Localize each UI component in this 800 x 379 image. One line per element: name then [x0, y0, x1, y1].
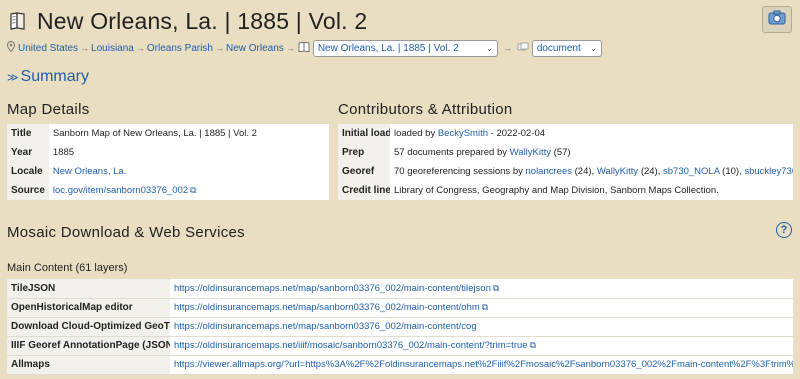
user-link[interactable]: nolancrees	[526, 166, 572, 177]
volume-select-value: New Orleans, La. | 1885 | Vol. 2	[317, 42, 459, 54]
row-key: Allmaps	[7, 355, 170, 374]
breadcrumb-separator: →	[285, 43, 295, 53]
table-row: OpenHistoricalMap editor https://oldinsu…	[7, 298, 793, 317]
page-header: New Orleans, La. | 1885 | Vol. 2	[7, 6, 794, 36]
table-row: Georef 70 georeferencing sessions by nol…	[338, 162, 793, 181]
row-value: Sanborn Map of New Orleans, La. | 1885 |…	[52, 128, 257, 139]
row-key: Source	[7, 181, 49, 200]
document-select[interactable]: document ⌄	[531, 39, 602, 57]
table-row: Prep 57 documents prepared by WallyKitty…	[338, 143, 793, 162]
georef-count: (24),	[640, 166, 661, 177]
breadcrumb-link-parish[interactable]: Orleans Parish	[147, 43, 213, 54]
breadcrumb-link-city[interactable]: New Orleans	[226, 43, 284, 54]
double-chevron-down-icon: ≫	[7, 71, 19, 84]
book-icon	[7, 10, 29, 37]
table-row: IIIF Georef AnnotationPage (JSON) https:…	[7, 336, 793, 355]
row-key: Prep	[338, 143, 390, 162]
external-link-icon: ⧉	[492, 282, 500, 293]
row-key: Credit line:	[338, 181, 390, 200]
breadcrumb-separator: →	[215, 43, 224, 53]
prep-count: (57)	[553, 147, 571, 158]
map-details-table: Title Sanborn Map of New Orleans, La. | …	[7, 124, 329, 200]
initial-load-prefix: loaded by	[394, 128, 436, 139]
external-link-icon: ⧉	[190, 185, 197, 195]
user-link[interactable]: sb730_NOLA	[663, 166, 720, 177]
source-link[interactable]: loc.gov/item/sanborn03376_002	[53, 185, 188, 196]
user-link[interactable]: WallyKitty	[510, 147, 551, 158]
table-row: Source loc.gov/item/sanborn03376_002 ⧉	[7, 181, 329, 200]
user-link[interactable]: BeckySmith	[438, 128, 488, 139]
allmaps-link[interactable]: https://viewer.allmaps.org/?url=https%3A…	[174, 359, 793, 370]
row-key: Download Cloud-Optimized GeoTIFF	[7, 317, 170, 336]
row-key: IIIF Georef AnnotationPage (JSON)	[7, 336, 170, 355]
prep-prefix: 57 documents prepared by	[394, 147, 508, 158]
tilejson-link[interactable]: https://oldinsurancemaps.net/map/sanborn…	[174, 283, 491, 294]
summary-toggle[interactable]: ≫ Summary	[7, 68, 89, 86]
locale-link[interactable]: New Orleans, La.	[53, 166, 126, 177]
table-row: Credit line: Library of Congress, Geogra…	[338, 181, 793, 200]
cog-link[interactable]: https://oldinsurancemaps.net/map/sanborn…	[174, 321, 477, 332]
row-key: Initial load	[338, 124, 390, 143]
row-key: OpenHistoricalMap editor	[7, 298, 170, 317]
summary-label: Summary	[20, 68, 89, 85]
web-services-table: TileJSON https://oldinsurancemaps.net/ma…	[7, 279, 793, 375]
iiif-link[interactable]: https://oldinsurancemaps.net/iiif/mosaic…	[174, 340, 528, 351]
breadcrumb: United States → Louisiana → Orleans Pari…	[6, 38, 602, 58]
main-content-heading: Main Content (61 layers)	[7, 262, 128, 274]
georef-count: (10),	[722, 166, 742, 177]
table-row: Initial load loaded by BeckySmith - 2022…	[338, 124, 793, 143]
help-icon[interactable]: ?	[776, 222, 792, 238]
row-key: Year	[7, 143, 49, 162]
breadcrumb-separator: →	[135, 43, 145, 53]
page-title: New Orleans, La. | 1885 | Vol. 2	[37, 8, 368, 34]
initial-load-date: - 2022-02-04	[490, 128, 546, 139]
contributors-heading: Contributors & Attribution	[338, 101, 513, 118]
credit-line-value: Library of Congress, Geography and Map D…	[394, 185, 719, 196]
breadcrumb-link-country[interactable]: United States	[18, 43, 78, 54]
georef-prefix: 70 georeferencing sessions by	[394, 166, 523, 177]
document-icon	[517, 42, 529, 55]
camera-icon	[768, 10, 786, 30]
mosaic-heading: Mosaic Download & Web Services	[7, 224, 245, 241]
volume-select[interactable]: New Orleans, La. | 1885 | Vol. 2 ⌄	[312, 39, 498, 57]
row-key: Title	[7, 124, 49, 143]
book-icon	[298, 41, 310, 55]
row-key: Locale	[7, 162, 49, 181]
user-link[interactable]: sbuckley730	[744, 166, 793, 177]
breadcrumb-separator: →	[502, 43, 512, 53]
ohm-link[interactable]: https://oldinsurancemaps.net/map/sanborn…	[174, 302, 480, 313]
document-select-value: document	[536, 42, 581, 54]
row-key: TileJSON	[7, 279, 170, 298]
row-key: Georef	[338, 162, 390, 181]
row-value: 1885	[52, 147, 75, 158]
table-row: Title Sanborn Map of New Orleans, La. | …	[7, 124, 329, 143]
external-link-icon: ⧉	[529, 340, 536, 350]
table-row: TileJSON https://oldinsurancemaps.net/ma…	[7, 279, 793, 298]
georef-count: (24),	[574, 166, 595, 177]
user-link[interactable]: WallyKitty	[597, 166, 638, 177]
chevron-down-icon: ⌄	[590, 43, 597, 53]
map-details-heading: Map Details	[7, 101, 90, 118]
chevron-down-icon: ⌄	[486, 43, 493, 53]
breadcrumb-link-state[interactable]: Louisiana	[91, 43, 134, 54]
contributors-table: Initial load loaded by BeckySmith - 2022…	[338, 124, 793, 200]
table-row: Year 1885	[7, 143, 329, 162]
table-row: Locale New Orleans, La.	[7, 162, 329, 181]
table-row: Download Cloud-Optimized GeoTIFF https:/…	[7, 317, 793, 336]
map-pin-icon	[6, 40, 16, 55]
breadcrumb-separator: →	[80, 43, 90, 53]
camera-button[interactable]	[762, 6, 792, 33]
table-row: Allmaps https://viewer.allmaps.org/?url=…	[7, 355, 793, 374]
external-link-icon: ⧉	[481, 302, 489, 312]
